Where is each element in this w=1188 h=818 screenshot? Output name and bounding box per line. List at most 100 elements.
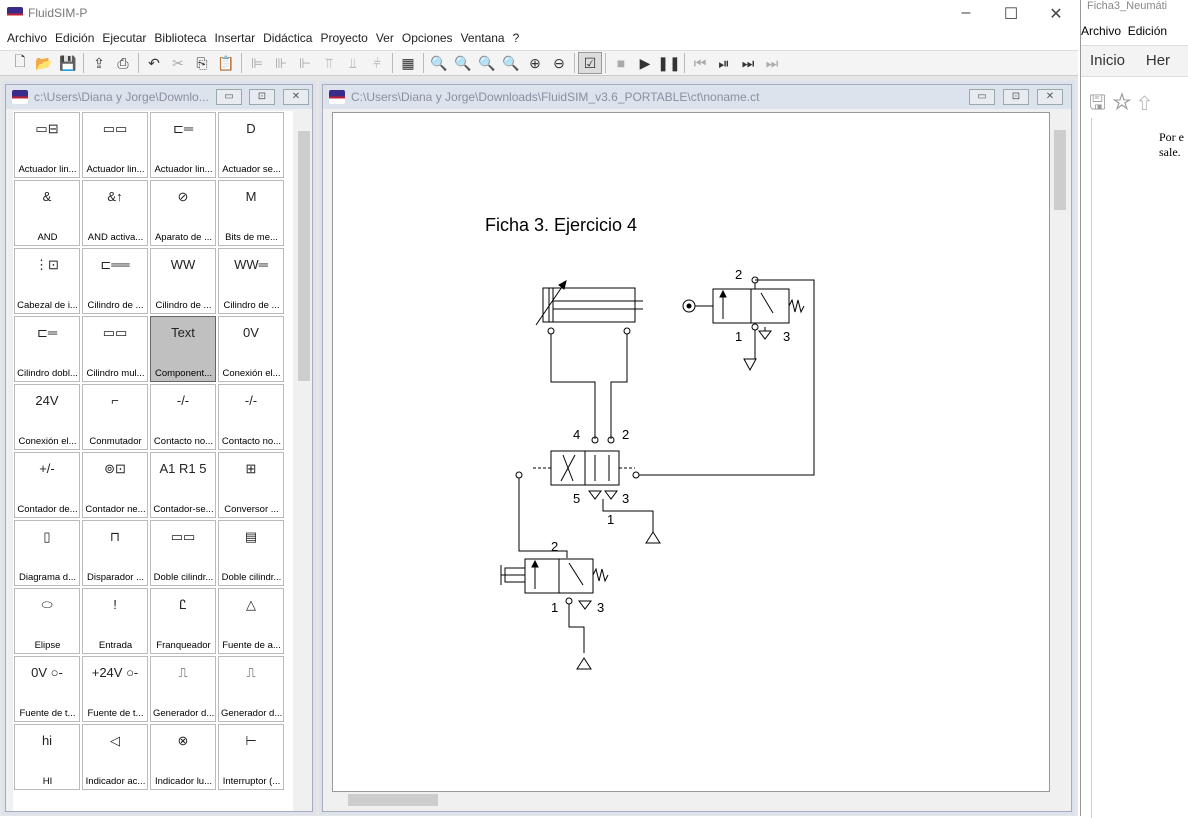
open-folder-icon[interactable]: 📂 bbox=[32, 52, 56, 74]
zoom-1-1-icon[interactable]: 🔍 bbox=[427, 52, 451, 74]
undo-icon[interactable]: ↶ bbox=[142, 52, 166, 74]
align-bottom-icon[interactable]: ⫩ bbox=[365, 52, 389, 74]
library-component[interactable]: △ Fuente de a... bbox=[218, 588, 284, 654]
library-component[interactable]: -/- Contacto no... bbox=[150, 384, 216, 450]
library-component[interactable]: ⊏═ Cilindro dobl... bbox=[14, 316, 80, 382]
library-component[interactable]: 0V ○- Fuente de t... bbox=[14, 656, 80, 722]
library-component[interactable]: ! Entrada bbox=[82, 588, 148, 654]
step-forward-icon[interactable]: ⏭ bbox=[736, 52, 760, 74]
library-component[interactable]: ⊚⊡ Contador ne... bbox=[82, 452, 148, 518]
zoom-out-icon[interactable]: ⊖ bbox=[547, 52, 571, 74]
circuit-close-button[interactable]: ✕ bbox=[1037, 89, 1063, 105]
align-left-icon[interactable]: ⊫ bbox=[245, 52, 269, 74]
menu-ejecutar[interactable]: Ejecutar bbox=[98, 28, 150, 50]
circuit-minimize-button[interactable]: ▭ bbox=[969, 89, 995, 105]
tab-herramientas[interactable]: Her bbox=[1146, 52, 1170, 69]
library-maximize-button[interactable]: ⊡ bbox=[249, 89, 275, 105]
valve-3-2-roller[interactable] bbox=[639, 276, 815, 476]
tab-inicio[interactable]: Inicio bbox=[1090, 52, 1125, 69]
scrollbar-thumb[interactable] bbox=[1054, 130, 1066, 210]
pause-icon[interactable]: ❚❚ bbox=[657, 52, 681, 74]
menu-archivo[interactable]: Archivo bbox=[3, 28, 51, 50]
save-icon[interactable]: 🖫 bbox=[1089, 92, 1106, 114]
library-component[interactable]: Text Component... bbox=[150, 316, 216, 382]
menu-help[interactable]: ? bbox=[509, 28, 524, 50]
valve-5-2-pilot[interactable] bbox=[515, 436, 661, 558]
play-icon[interactable]: ▶ bbox=[633, 52, 657, 74]
zoom-width-icon[interactable]: 🔍 bbox=[451, 52, 475, 74]
pdf-menu-archivo[interactable]: Archivo bbox=[1081, 24, 1121, 38]
library-component[interactable]: +24V ○- Fuente de t... bbox=[82, 656, 148, 722]
library-component[interactable]: &↑ AND activa... bbox=[82, 180, 148, 246]
close-button[interactable]: ✕ bbox=[1036, 4, 1076, 24]
library-component[interactable]: ⎍ Generador d... bbox=[218, 656, 284, 722]
library-component[interactable]: ⊞ Conversor ... bbox=[218, 452, 284, 518]
canvas-horizontal-scrollbar[interactable] bbox=[332, 792, 1050, 808]
grid-icon[interactable]: ▦ bbox=[396, 52, 420, 74]
library-component[interactable]: hi HI bbox=[14, 724, 80, 790]
library-component[interactable]: ▤ Doble cilindr... bbox=[218, 520, 284, 586]
upload-icon[interactable]: ⇧ bbox=[1138, 92, 1151, 114]
library-component[interactable]: Ꮭ Franqueador bbox=[150, 588, 216, 654]
library-component[interactable]: ▯ Diagrama d... bbox=[14, 520, 80, 586]
align-center-icon[interactable]: ⊪ bbox=[269, 52, 293, 74]
library-component[interactable]: M Bits de me... bbox=[218, 180, 284, 246]
library-component[interactable]: -/- Contacto no... bbox=[218, 384, 284, 450]
library-component[interactable]: ⊗ Indicador lu... bbox=[150, 724, 216, 790]
library-component[interactable]: A1 R1 5 Contador-se... bbox=[150, 452, 216, 518]
new-file-icon[interactable]: 🗋 bbox=[8, 52, 32, 74]
menu-biblioteca[interactable]: Biblioteca bbox=[150, 28, 210, 50]
maximize-button[interactable]: ☐ bbox=[991, 4, 1031, 24]
library-component[interactable]: ⋮⊡ Cabezal de i... bbox=[14, 248, 80, 314]
scrollbar-thumb[interactable] bbox=[348, 794, 438, 806]
library-component[interactable]: ⊘ Aparato de ... bbox=[150, 180, 216, 246]
menu-insertar[interactable]: Insertar bbox=[210, 28, 259, 50]
library-component[interactable]: D Actuador se... bbox=[218, 112, 284, 178]
library-component[interactable]: ◁ Indicador ac... bbox=[82, 724, 148, 790]
library-component[interactable]: ⊓ Disparador ... bbox=[82, 520, 148, 586]
cut-icon[interactable]: ✂ bbox=[166, 52, 190, 74]
menu-edicion[interactable]: Edición bbox=[51, 28, 98, 50]
library-component[interactable]: ▭▭ Doble cilindr... bbox=[150, 520, 216, 586]
export-icon[interactable]: ⇪ bbox=[87, 52, 111, 74]
paste-icon[interactable]: 📋 bbox=[214, 52, 238, 74]
zoom-fit-icon[interactable]: 🔍 bbox=[475, 52, 499, 74]
fast-forward-icon[interactable]: ⏭ bbox=[760, 52, 784, 74]
library-component[interactable]: ⬭ Elipse bbox=[14, 588, 80, 654]
library-component[interactable]: 0V Conexión el... bbox=[218, 316, 284, 382]
check-drawing-icon[interactable]: ☑ bbox=[578, 52, 602, 74]
save-icon[interactable]: 💾 bbox=[56, 52, 80, 74]
step-icon[interactable]: ⏯ bbox=[712, 52, 736, 74]
star-icon[interactable]: ☆ bbox=[1112, 92, 1133, 114]
library-component[interactable]: ▭⊟ Actuador lin... bbox=[14, 112, 80, 178]
library-scrollbar[interactable] bbox=[296, 111, 312, 811]
menu-ventana[interactable]: Ventana bbox=[457, 28, 509, 50]
align-top-icon[interactable]: ⫪ bbox=[317, 52, 341, 74]
zoom-in-icon[interactable]: ⊕ bbox=[523, 52, 547, 74]
menu-ver[interactable]: Ver bbox=[372, 28, 398, 50]
library-component[interactable]: ▭▭ Actuador lin... bbox=[82, 112, 148, 178]
library-close-button[interactable]: ✕ bbox=[283, 89, 309, 105]
library-component[interactable]: ⌐ Conmutador bbox=[82, 384, 148, 450]
zoom-window-icon[interactable]: 🔍 bbox=[499, 52, 523, 74]
scrollbar-thumb[interactable] bbox=[298, 131, 310, 381]
align-right-icon[interactable]: ⊩ bbox=[293, 52, 317, 74]
library-component[interactable]: & AND bbox=[14, 180, 80, 246]
minimize-button[interactable]: – bbox=[946, 4, 986, 22]
library-component[interactable]: ⊏══ Cilindro de ... bbox=[82, 248, 148, 314]
double-acting-cylinder[interactable] bbox=[535, 279, 643, 335]
align-middle-icon[interactable]: ⫫ bbox=[341, 52, 365, 74]
copy-icon[interactable]: ⎘ bbox=[190, 52, 214, 74]
menu-didactica[interactable]: Didáctica bbox=[259, 28, 316, 50]
circuit-canvas[interactable]: Ficha 3. Ejercicio 4 2 1 3 4 2 5 3 1 2 1… bbox=[332, 112, 1050, 792]
menu-opciones[interactable]: Opciones bbox=[398, 28, 457, 50]
stop-icon[interactable]: ■ bbox=[609, 52, 633, 74]
library-component[interactable]: +/- Contador de... bbox=[14, 452, 80, 518]
library-component[interactable]: ⊢ Interruptor (... bbox=[218, 724, 284, 790]
print-icon[interactable]: ⎙ bbox=[111, 52, 135, 74]
library-component[interactable]: WW Cilindro de ... bbox=[150, 248, 216, 314]
circuit-maximize-button[interactable]: ⊡ bbox=[1003, 89, 1029, 105]
library-component[interactable]: ⎍ Generador d... bbox=[150, 656, 216, 722]
canvas-vertical-scrollbar[interactable] bbox=[1052, 112, 1068, 792]
pdf-menu-edicion[interactable]: Edición bbox=[1128, 24, 1167, 38]
